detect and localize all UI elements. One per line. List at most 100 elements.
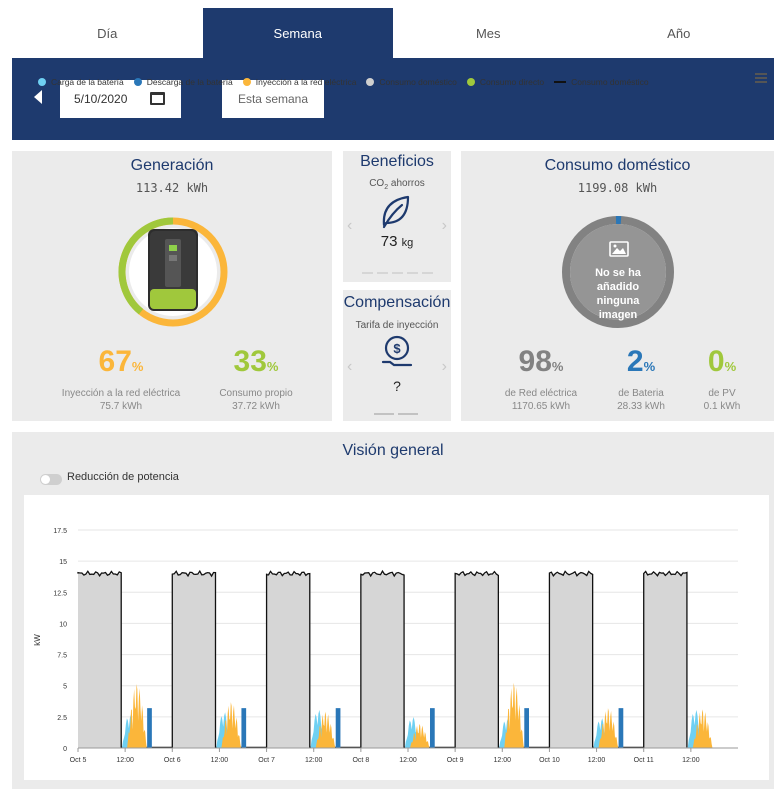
pager-dot[interactable] bbox=[422, 272, 433, 274]
self-consumption-percent-unit: % bbox=[266, 359, 279, 374]
generation-total: 113.42 kWh bbox=[135, 181, 209, 195]
compensation-value: ? bbox=[393, 378, 401, 394]
benefits-pager bbox=[362, 272, 433, 274]
injection-percent: 67% bbox=[76, 345, 166, 379]
battery-kwh: 28.33 kWh bbox=[617, 401, 665, 412]
tab-mes[interactable]: Mes bbox=[393, 8, 584, 58]
benefits-panel: Beneficios CO2 ahorros ‹ › 73 kg bbox=[343, 151, 451, 282]
home-consumption-panel: Consumo doméstico 1199.08 kWh No se ha a… bbox=[461, 151, 774, 421]
legend-item[interactable]: Consumo directo bbox=[466, 77, 545, 87]
legend-label: Carga de la batería bbox=[51, 77, 124, 87]
generation-title: Generación bbox=[130, 157, 214, 174]
legend-item[interactable]: Consumo doméstico bbox=[554, 77, 649, 87]
pager-dot[interactable] bbox=[392, 272, 403, 274]
overview-title: Visión general bbox=[342, 442, 444, 459]
legend-item[interactable]: Descarga de la batería bbox=[133, 77, 233, 87]
grid-percent: 98% bbox=[501, 345, 581, 379]
legend-item[interactable]: Inyección a la red eléctrica bbox=[242, 77, 357, 87]
legend-label: Consumo directo bbox=[479, 77, 545, 87]
home-consumption-title: Consumo doméstico bbox=[544, 157, 691, 174]
battery-label: de Bateria 28.33 kWh bbox=[603, 387, 679, 413]
legend-label: Descarga de la batería bbox=[146, 77, 233, 87]
compensation-title: Compensación bbox=[343, 294, 451, 311]
tab-dia[interactable]: Día bbox=[12, 8, 203, 58]
self-consumption-percent-value: 33 bbox=[233, 345, 267, 378]
tab-ano[interactable]: Año bbox=[583, 8, 774, 58]
grid-percent-value: 98 bbox=[518, 345, 552, 378]
pv-label-text: de PV bbox=[708, 388, 736, 399]
compensation-next-icon[interactable]: › bbox=[442, 358, 447, 376]
pager-dot[interactable] bbox=[377, 272, 388, 274]
pv-percent-value: 0 bbox=[707, 345, 725, 378]
benefits-subtitle: CO2 ahorros bbox=[343, 178, 451, 191]
compensation-subtitle: Tarifa de inyección bbox=[355, 320, 439, 331]
tab-semana[interactable]: Semana bbox=[202, 8, 393, 58]
legend-marker bbox=[242, 78, 251, 86]
legend-item[interactable]: Carga de la batería bbox=[38, 77, 124, 87]
compensation-panel: Compensación Tarifa de inyección ‹ › $ ? bbox=[343, 290, 451, 421]
pager-dot[interactable] bbox=[407, 272, 418, 274]
legend-marker bbox=[38, 78, 46, 86]
money-hand-icon: $ bbox=[381, 335, 413, 367]
power-reduction-label: Reducción de potencia bbox=[67, 471, 179, 483]
injection-percent-value: 67 bbox=[98, 345, 132, 378]
injection-percent-unit: % bbox=[131, 359, 144, 374]
inverter-image bbox=[148, 229, 198, 311]
power-reduction-toggle[interactable] bbox=[40, 474, 62, 485]
pv-percent: 0% bbox=[697, 345, 747, 379]
compensation-pager bbox=[374, 413, 418, 415]
pager-dot[interactable] bbox=[362, 272, 373, 274]
injection-kwh: 75.7 kWh bbox=[99, 401, 143, 412]
legend-marker bbox=[133, 78, 142, 86]
legend-marker bbox=[554, 81, 567, 83]
calendar-icon[interactable] bbox=[150, 92, 165, 105]
injection-label: Inyección a la red eléctrica 75.7 kWh bbox=[56, 387, 186, 413]
battery-label-text: de Bateria bbox=[618, 388, 664, 399]
chart-legend: Carga de la batería Descarga de la bater… bbox=[38, 77, 659, 87]
grid-percent-unit: % bbox=[551, 359, 564, 374]
pv-kwh: 0.1 kWh bbox=[703, 401, 741, 412]
leaf-icon bbox=[382, 195, 410, 229]
self-consumption-kwh: 37.72 kWh bbox=[232, 401, 280, 412]
co2-value: 73 kg bbox=[343, 233, 451, 250]
period-tabs: Día Semana Mes Año bbox=[12, 8, 774, 58]
battery-percent: 2% bbox=[611, 345, 671, 379]
image-placeholder-icon bbox=[609, 241, 629, 257]
date-toolbar: 5/10/2020 Esta semana bbox=[12, 58, 774, 140]
grid-label-text: de Red eléctrica bbox=[504, 388, 578, 399]
co2-number: 73 bbox=[380, 233, 398, 250]
chart-menu-icon[interactable] bbox=[755, 73, 767, 83]
pv-percent-unit: % bbox=[724, 359, 737, 374]
generation-panel: Generación 113.42 kWh 67% Inyección a la… bbox=[12, 151, 332, 421]
co2-suffix: ahorros bbox=[388, 178, 425, 189]
legend-marker bbox=[466, 78, 475, 86]
chart-container bbox=[24, 495, 769, 780]
legend-label: Inyección a la red eléctrica bbox=[255, 77, 357, 87]
self-consumption-label-text: Consumo propio bbox=[219, 388, 293, 399]
pv-label: de PV 0.1 kWh bbox=[689, 387, 755, 413]
legend-marker bbox=[366, 78, 375, 86]
legend-label: Consumo doméstico bbox=[571, 77, 649, 87]
self-consumption-percent: 33% bbox=[216, 345, 296, 379]
svg-text:$: $ bbox=[393, 341, 401, 356]
overview-panel: Visión general Reducción de potencia bbox=[12, 432, 774, 789]
legend-item[interactable]: Consumo doméstico bbox=[366, 77, 457, 87]
injection-label-text: Inyección a la red eléctrica bbox=[61, 388, 181, 399]
compensation-prev-icon[interactable]: ‹ bbox=[347, 358, 352, 376]
pager-dot[interactable] bbox=[398, 413, 418, 415]
benefits-title: Beneficios bbox=[360, 153, 434, 170]
toggle-knob bbox=[41, 475, 50, 484]
grid-label: de Red eléctrica 1170.65 kWh bbox=[491, 387, 591, 413]
legend-label: Consumo doméstico bbox=[379, 77, 457, 87]
previous-period-icon[interactable] bbox=[34, 90, 42, 104]
co2-unit: kg bbox=[401, 237, 414, 249]
battery-percent-unit: % bbox=[643, 359, 656, 374]
co2-prefix: CO bbox=[369, 178, 385, 189]
grid-kwh: 1170.65 kWh bbox=[511, 401, 571, 412]
no-image-text: No se ha añadido ninguna imagen bbox=[595, 267, 641, 321]
pager-dot[interactable] bbox=[374, 413, 394, 415]
home-consumption-total: 1199.08 kWh bbox=[577, 181, 658, 195]
battery-percent-value: 2 bbox=[626, 345, 644, 378]
self-consumption-label: Consumo propio 37.72 kWh bbox=[206, 387, 306, 413]
date-value: 5/10/2020 bbox=[74, 92, 128, 106]
